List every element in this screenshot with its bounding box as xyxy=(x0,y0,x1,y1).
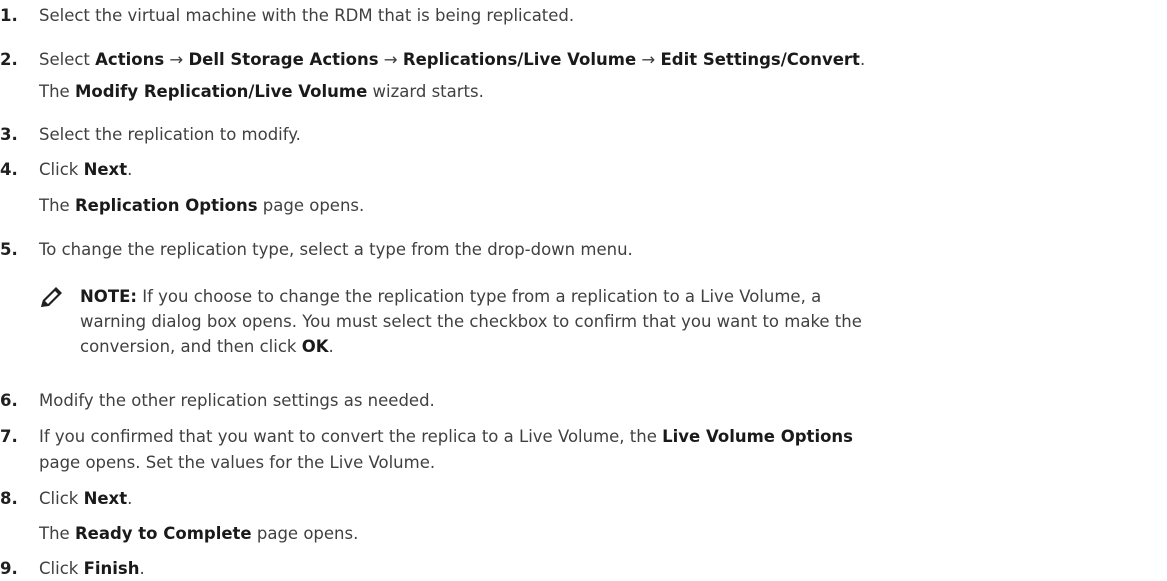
menu-path-dell-storage-actions: Dell Storage Actions xyxy=(188,50,379,69)
next-label: Next xyxy=(83,160,128,179)
step-number: 7. xyxy=(0,427,18,446)
menu-path-edit-settings-convert: Edit Settings/Convert xyxy=(660,50,860,69)
step-number: 2. xyxy=(0,50,18,69)
ok-label: OK xyxy=(301,337,329,356)
step-number: 8. xyxy=(0,489,18,508)
note-label: NOTE: xyxy=(80,287,137,306)
step-number: 9. xyxy=(0,559,18,578)
step-number: 1. xyxy=(0,6,18,25)
step-text: Click Finish. xyxy=(39,559,145,578)
step-text: Select the virtual machine with the RDM … xyxy=(39,6,575,25)
step-text: Select the replication to modify. xyxy=(39,125,301,144)
step-number: 4. xyxy=(0,160,18,179)
page-name: Live Volume Options xyxy=(662,427,854,446)
pencil-note-icon xyxy=(39,285,65,309)
step-text: If you confirmed that you want to conver… xyxy=(39,427,854,446)
menu-path-replications-live-volume: Replications/Live Volume xyxy=(402,50,637,69)
step-result-text: The Ready to Complete page opens. xyxy=(39,524,359,543)
step-text: To change the replication type, select a… xyxy=(39,240,633,259)
wizard-name: Modify Replication/Live Volume xyxy=(74,82,368,101)
step-text: Click Next. xyxy=(39,489,133,508)
step-result-text: The Modify Replication/Live Volume wizar… xyxy=(39,82,484,101)
step-number: 3. xyxy=(0,125,18,144)
page-name: Ready to Complete xyxy=(74,524,252,543)
step-text: Select Actions → Dell Storage Actions → … xyxy=(39,50,866,69)
step-text: Click Next. xyxy=(39,160,133,179)
finish-label: Finish xyxy=(83,559,140,578)
step-result-text: The Replication Options page opens. xyxy=(39,196,365,215)
step-text-continued: page opens. Set the values for the Live … xyxy=(39,453,436,472)
menu-path-actions: Actions xyxy=(95,50,165,69)
step-text: Modify the other replication settings as… xyxy=(39,391,435,410)
page-name: Replication Options xyxy=(74,196,258,215)
note-text: NOTE: If you choose to change the replic… xyxy=(80,287,862,356)
step-number: 5. xyxy=(0,240,18,259)
step-number: 6. xyxy=(0,391,18,410)
next-label: Next xyxy=(83,489,128,508)
